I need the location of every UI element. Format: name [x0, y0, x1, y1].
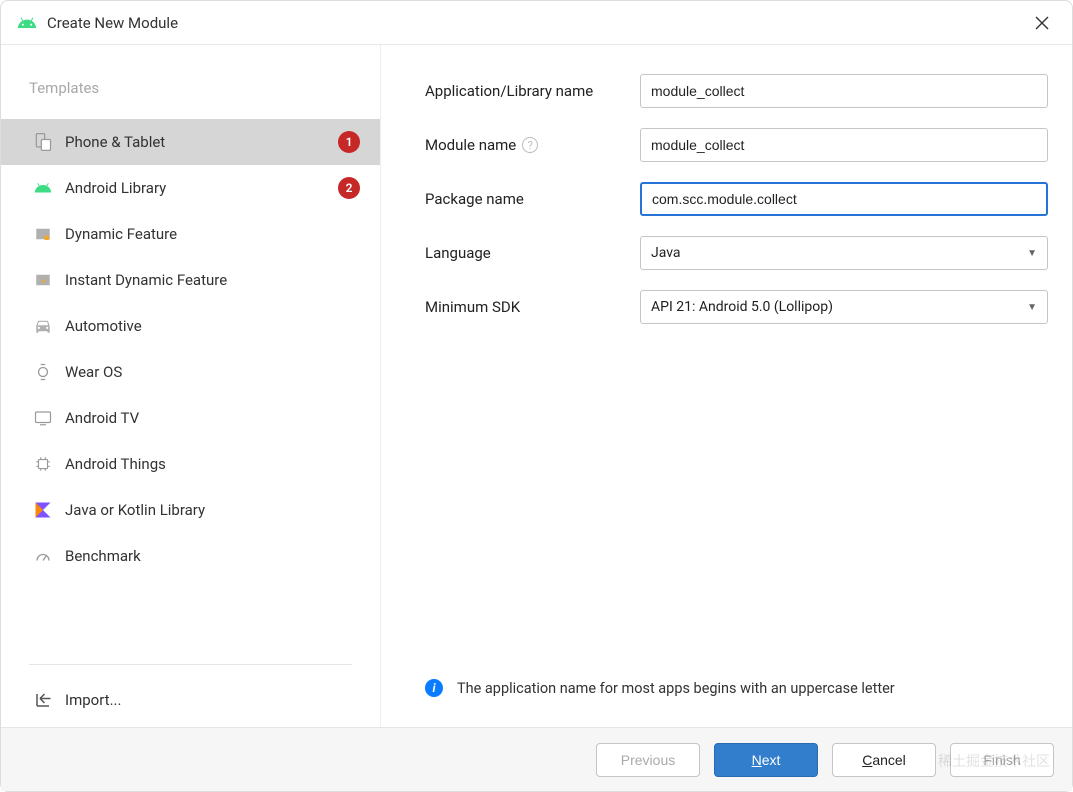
sidebar-item-instant-dynamic-feature[interactable]: Instant Dynamic Feature	[1, 257, 380, 303]
sidebar-item-label: Android Library	[65, 179, 166, 197]
iot-chip-icon	[33, 454, 53, 474]
sidebar-item-benchmark[interactable]: Benchmark	[1, 533, 380, 579]
titlebar: Create New Module	[1, 1, 1072, 45]
app-name-input[interactable]	[640, 74, 1048, 108]
sidebar-item-label: Instant Dynamic Feature	[65, 271, 227, 289]
finish-button: Finish	[950, 743, 1054, 777]
sidebar-item-phone-tablet[interactable]: Phone & Tablet 1	[1, 119, 380, 165]
car-icon	[33, 316, 53, 336]
sidebar-item-import[interactable]: Import...	[1, 673, 380, 727]
chevron-down-icon: ▼	[1027, 302, 1037, 313]
sidebar-item-label: Dynamic Feature	[65, 225, 177, 243]
sidebar-item-label: Android Things	[65, 455, 166, 473]
sidebar-item-wear-os[interactable]: Wear OS	[1, 349, 380, 395]
next-button[interactable]: Next	[714, 743, 818, 777]
watch-icon	[33, 362, 53, 382]
sidebar: Templates Phone & Tablet 1 Android Libra…	[1, 45, 381, 727]
language-select[interactable]: Java ▼	[640, 236, 1048, 270]
info-icon: i	[425, 679, 443, 697]
sidebar-item-android-library[interactable]: Android Library 2	[1, 165, 380, 211]
sidebar-item-label: Wear OS	[65, 363, 122, 381]
app-name-label: Application/Library name	[425, 82, 640, 100]
sidebar-item-automotive[interactable]: Automotive	[1, 303, 380, 349]
kotlin-icon	[33, 500, 53, 520]
phone-tablet-icon	[33, 132, 53, 152]
sidebar-separator	[29, 664, 352, 665]
sidebar-item-android-things[interactable]: Android Things	[1, 441, 380, 487]
help-icon[interactable]: ?	[522, 137, 538, 153]
annotation-badge-1: 1	[338, 131, 360, 153]
cancel-button[interactable]: Cancel	[832, 743, 936, 777]
sidebar-item-label: Benchmark	[65, 547, 141, 565]
language-value: Java	[651, 245, 681, 261]
module-name-input[interactable]	[640, 128, 1048, 162]
sidebar-item-label: Import...	[65, 691, 121, 709]
window-title: Create New Module	[47, 14, 1028, 32]
sidebar-item-label: Phone & Tablet	[65, 133, 165, 151]
content: Templates Phone & Tablet 1 Android Libra…	[1, 45, 1072, 727]
previous-button: Previous	[596, 743, 700, 777]
sidebar-item-label: Automotive	[65, 317, 142, 335]
min-sdk-value: API 21: Android 5.0 (Lollipop)	[651, 299, 833, 315]
footer: Previous Next Cancel Finish 稀土掘金技术社区	[1, 727, 1072, 791]
package-name-input[interactable]	[640, 182, 1048, 216]
min-sdk-label: Minimum SDK	[425, 298, 640, 316]
close-button[interactable]	[1028, 9, 1056, 37]
import-icon	[33, 690, 53, 710]
android-icon	[17, 13, 37, 33]
sidebar-item-java-kotlin-library[interactable]: Java or Kotlin Library	[1, 487, 380, 533]
package-name-label: Package name	[425, 190, 640, 208]
sidebar-title: Templates	[1, 69, 380, 119]
annotation-badge-2: 2	[338, 177, 360, 199]
android-icon	[33, 178, 53, 198]
info-message: i The application name for most apps beg…	[425, 671, 1048, 715]
sidebar-item-dynamic-feature[interactable]: Dynamic Feature	[1, 211, 380, 257]
main-panel: Application/Library name Module name ? P…	[381, 45, 1072, 727]
chevron-down-icon: ▼	[1027, 248, 1037, 259]
sidebar-item-label: Java or Kotlin Library	[65, 501, 205, 519]
gauge-icon	[33, 546, 53, 566]
language-label: Language	[425, 244, 640, 262]
module-instant-icon	[33, 270, 53, 290]
info-text: The application name for most apps begin…	[457, 680, 895, 697]
sidebar-item-label: Android TV	[65, 409, 139, 427]
tv-icon	[33, 408, 53, 428]
min-sdk-select[interactable]: API 21: Android 5.0 (Lollipop) ▼	[640, 290, 1048, 324]
module-name-label: Module name ?	[425, 136, 640, 154]
module-icon	[33, 224, 53, 244]
sidebar-item-android-tv[interactable]: Android TV	[1, 395, 380, 441]
